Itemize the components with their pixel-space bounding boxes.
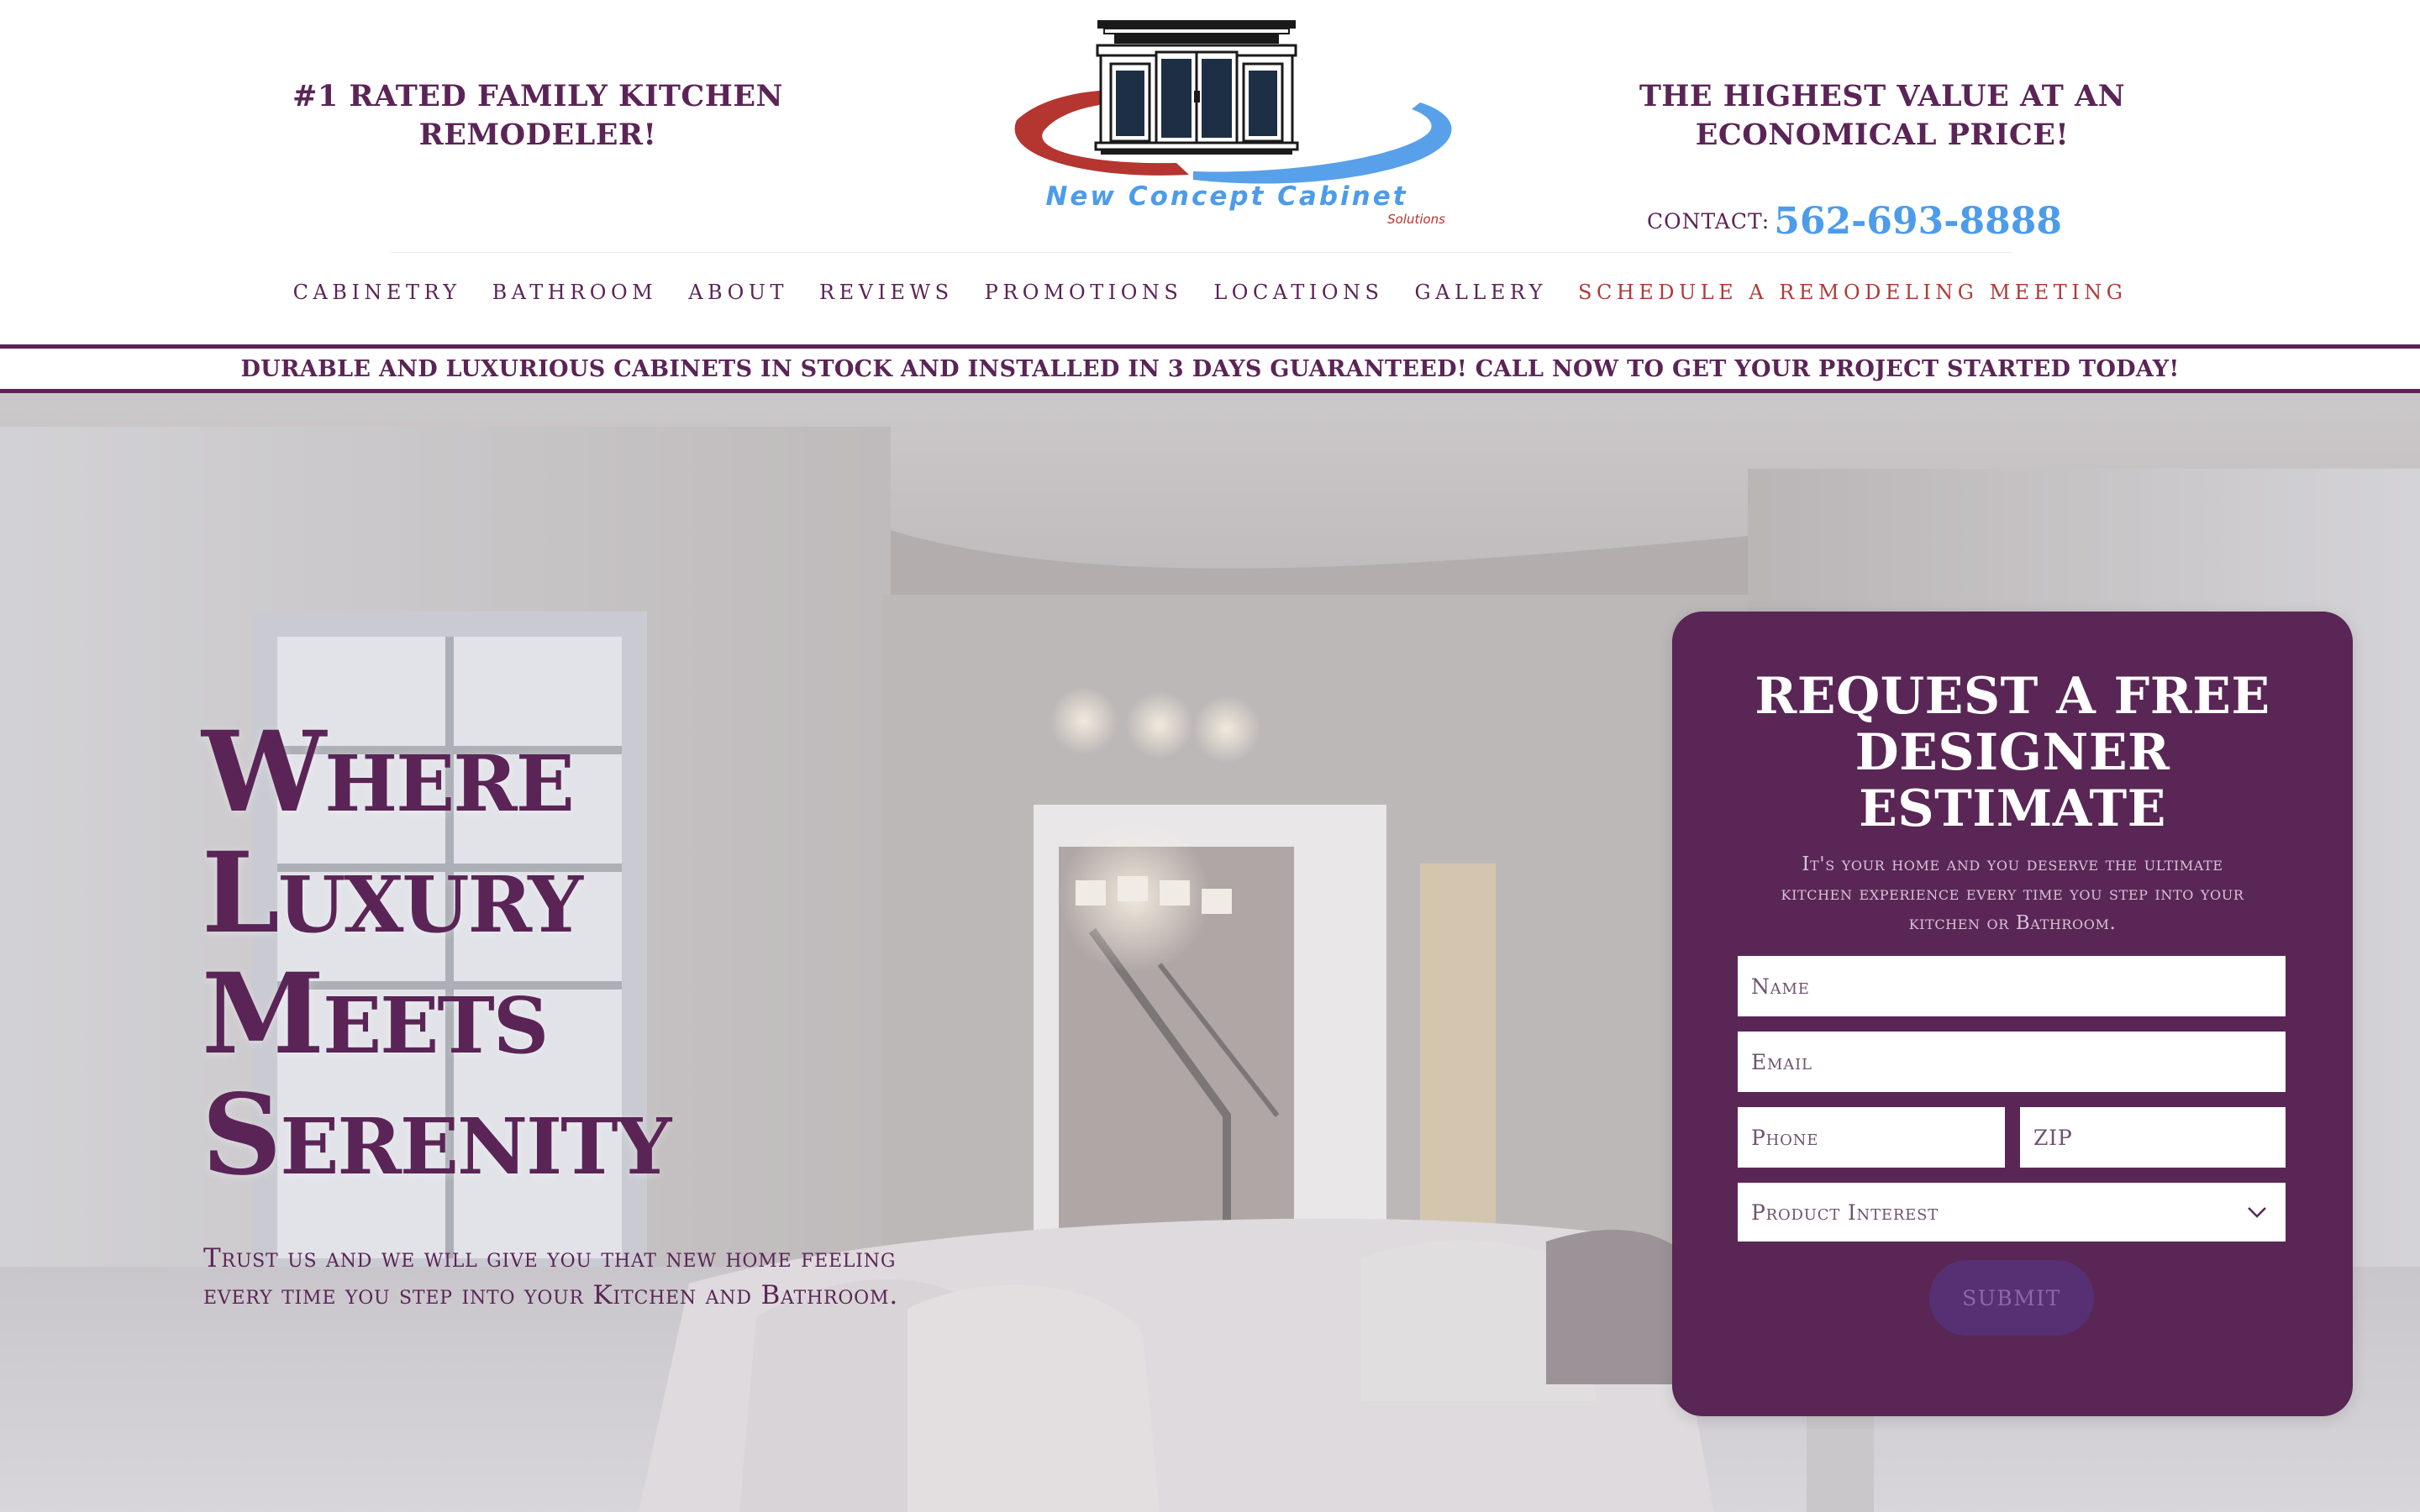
nav-item-bathroom[interactable]: BATHROOM [492, 281, 658, 304]
tagline-right: THE HIGHEST VALUE AT AN ECONOMICAL PRICE… [1639, 79, 2126, 152]
announcement-banner: DURABLE AND LUXURIOUS CABINETS IN STOCK … [0, 344, 2420, 393]
nav-item-locations[interactable]: LOCATIONS [1213, 281, 1383, 304]
form-description: It's your home and you deserve the ultim… [1731, 850, 2294, 938]
nav-divider [391, 252, 2012, 253]
site-header: #1 RATED FAMILY KITCHEN REMODELER! New C… [0, 0, 2420, 344]
hero-title-line: Meets [202, 949, 549, 1079]
hero-title-line: Serenity [202, 1070, 671, 1200]
form-title-line: REQUEST A FREE [1754, 667, 2270, 726]
zip-field-placeholder: ZIP [2033, 1125, 2073, 1150]
phone-field-placeholder: Phone [1751, 1125, 1819, 1150]
form-title-line: DESIGNER [1854, 723, 2170, 782]
nav-item-cabinetry[interactable]: CABINETRY [293, 281, 461, 304]
name-field-placeholder: Name [1751, 974, 1810, 999]
contact-info: CONTACT: 562-693-8888 [1647, 200, 2062, 243]
chevron-down-icon [2248, 1207, 2266, 1218]
email-field[interactable]: Email [1738, 1032, 2286, 1092]
tagline-left: #1 RATED FAMILY KITCHEN REMODELER! [292, 79, 783, 152]
form-title-line: ESTIMATE [1859, 780, 2166, 838]
email-field-placeholder: Email [1751, 1049, 1812, 1074]
form-title: REQUEST A FREE DESIGNER ESTIMATE [1672, 669, 2353, 837]
hero-subtitle-line: every time you step into your Kitchen an… [203, 1280, 898, 1310]
contact-label: CONTACT: [1647, 209, 1770, 234]
product-interest-value: Product Interest [1751, 1200, 1939, 1225]
form-description-line: It's your home and you deserve the ultim… [1802, 853, 2223, 875]
nav-item-gallery[interactable]: GALLERY [1414, 281, 1547, 304]
hero-subtitle: Trust us and we will give you that new h… [203, 1240, 1044, 1314]
nav-item-reviews[interactable]: REVIEWS [819, 281, 954, 304]
form-description-line: kitchen or Bathroom. [1908, 912, 2117, 934]
hero-title-line: Luxury [202, 828, 583, 958]
zip-field[interactable]: ZIP [2020, 1107, 2286, 1168]
name-field[interactable]: Name [1738, 956, 2286, 1016]
hero-title: Where Luxury Meets Serenity [202, 712, 958, 1196]
svg-text:Solutions: Solutions [1387, 212, 1445, 227]
hero-title-line: Where [202, 707, 575, 837]
submit-button[interactable]: SUBMIT [1929, 1260, 2094, 1336]
hero-subtitle-line: Trust us and we will give you that new h… [203, 1243, 897, 1273]
cabinet-logo-icon: New Concept Cabinet Solutions [1014, 20, 1452, 227]
form-description-line: kitchen experience every time you step i… [1781, 883, 2244, 905]
nav-item-about[interactable]: ABOUT [688, 281, 788, 304]
product-interest-select[interactable]: Product Interest [1738, 1183, 2286, 1242]
nav-item-promotions[interactable]: PROMOTIONS [985, 281, 1183, 304]
svg-text:New Concept Cabinet: New Concept Cabinet [1045, 181, 1407, 212]
phone-field[interactable]: Phone [1738, 1107, 2005, 1168]
announcement-text: DURABLE AND LUXURIOUS CABINETS IN STOCK … [240, 355, 2180, 382]
nav-item-schedule-meeting[interactable]: SCHEDULE A REMODELING MEETING [1578, 281, 2127, 304]
contact-phone-link[interactable]: 562-693-8888 [1774, 200, 2062, 243]
brand-logo[interactable]: New Concept Cabinet Solutions [992, 15, 1462, 234]
main-nav: CABINETRY BATHROOM ABOUT REVIEWS PROMOTI… [0, 270, 2420, 314]
